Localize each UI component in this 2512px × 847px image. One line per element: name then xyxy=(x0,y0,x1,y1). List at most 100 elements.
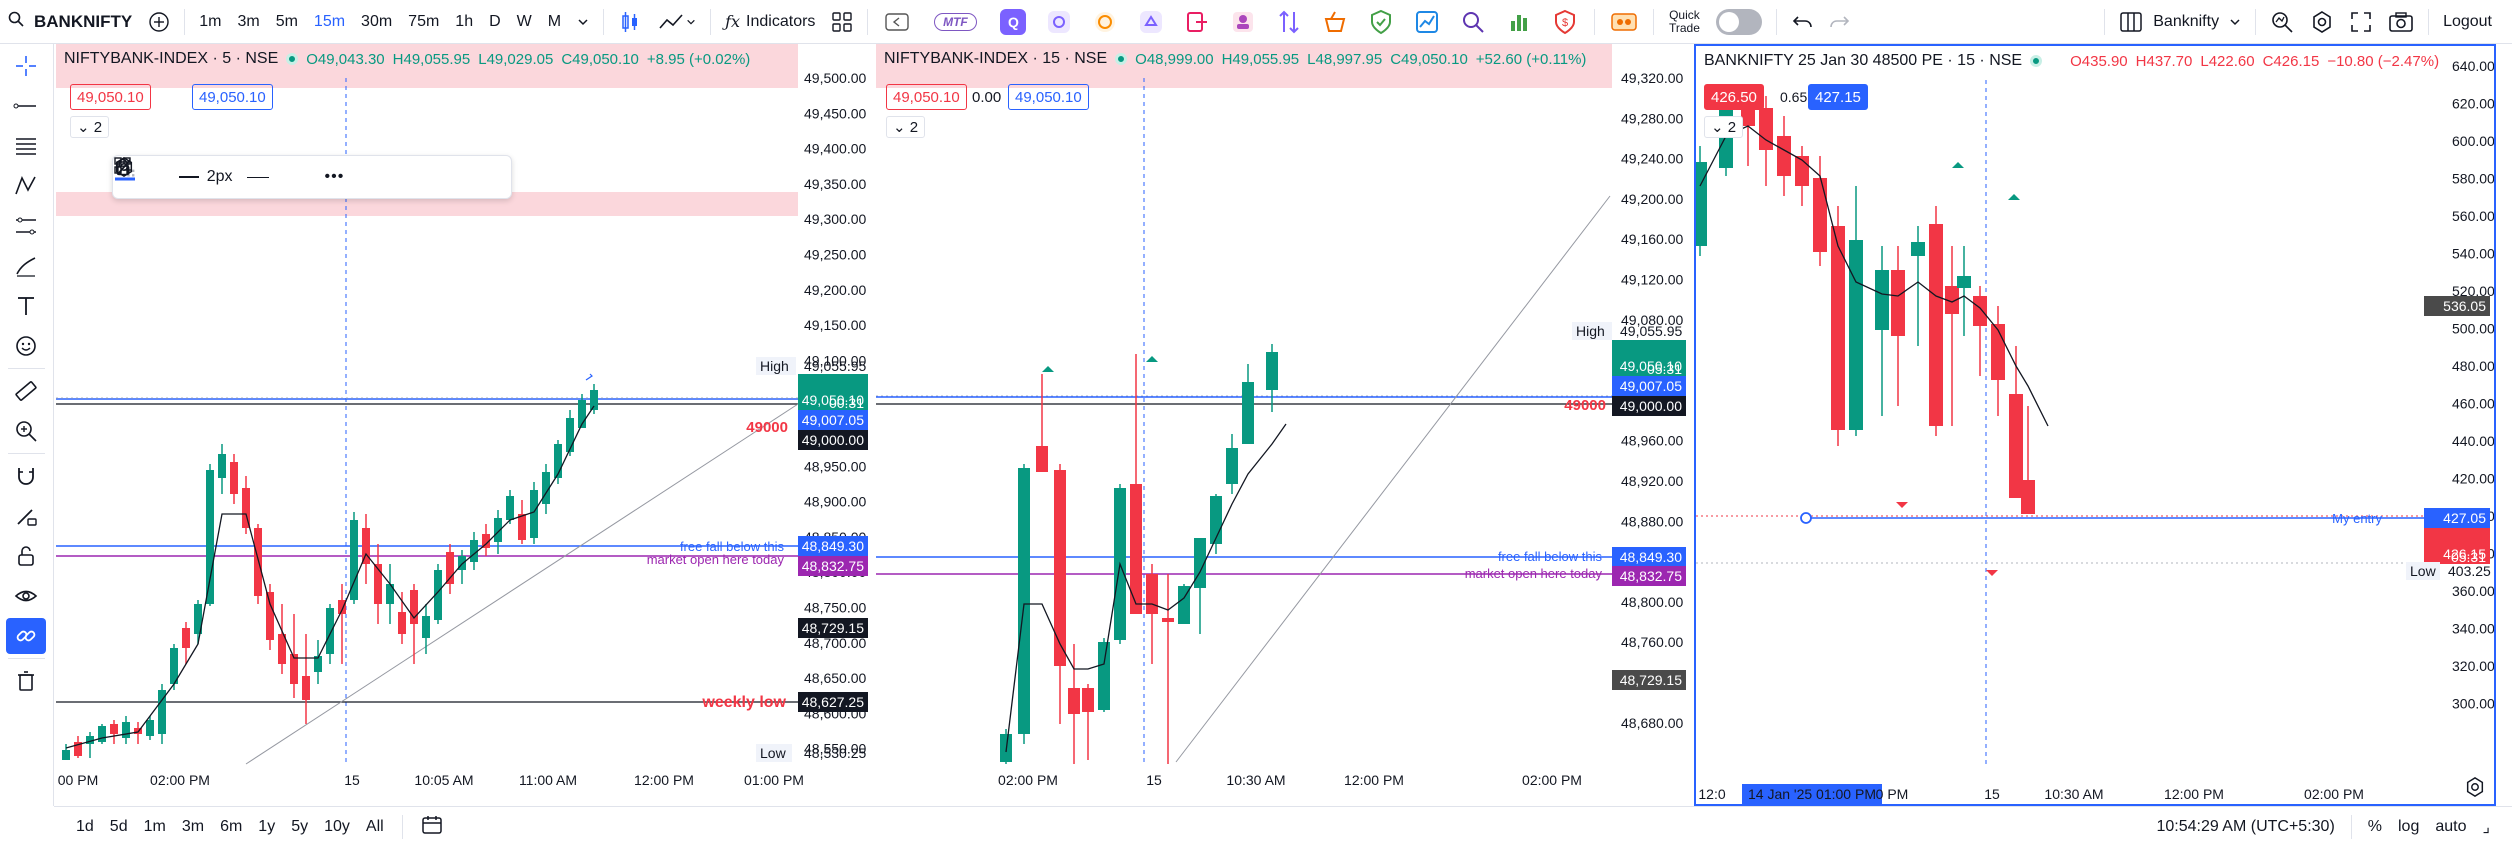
stay-drawing-tool[interactable] xyxy=(6,498,46,534)
interval-3m[interactable]: 3m xyxy=(231,5,265,39)
chart-pane-option-48500pe[interactable]: 640.00 620.00 600.00 580.00 560.00 540.00 520.… xyxy=(1694,44,2496,806)
emoji-tool[interactable] xyxy=(6,328,46,364)
plugin-button-4[interactable] xyxy=(1136,7,1166,37)
range-3m[interactable]: 3m xyxy=(174,818,212,836)
add-symbol-button[interactable] xyxy=(142,5,176,39)
replay-button[interactable] xyxy=(882,7,912,37)
plugin-button-3[interactable] xyxy=(1090,7,1120,37)
range-1d[interactable]: 1d xyxy=(68,818,102,836)
interval-5m[interactable]: 5m xyxy=(270,5,304,39)
plugin-button-13[interactable]: $ xyxy=(1550,7,1580,37)
auto-toggle[interactable]: auto xyxy=(2427,818,2474,836)
plugin-button-11[interactable] xyxy=(1458,7,1488,37)
zoom-in-tool[interactable] xyxy=(6,413,46,449)
plugin-button-6[interactable] xyxy=(1228,7,1258,37)
ruler-tool[interactable] xyxy=(6,373,46,409)
percent-toggle[interactable]: % xyxy=(2360,818,2390,836)
line-width-button[interactable]: 2px xyxy=(178,162,233,192)
chart-title[interactable]: BANKNIFTY 25 Jan 30 48500 PE · 15 · NSE xyxy=(1704,52,2022,70)
mtf-button[interactable]: MTF xyxy=(928,7,982,37)
buy-price-button[interactable]: 49,050.10 xyxy=(192,84,273,110)
logout-button[interactable]: Logout xyxy=(2437,5,2498,39)
layout-button[interactable]: Banknifty xyxy=(2113,5,2247,39)
magnet-tool[interactable] xyxy=(6,458,46,494)
countdown-timer: 00:31 xyxy=(829,395,864,411)
quick-search-button[interactable] xyxy=(2264,5,2300,39)
fullscreen-button[interactable] xyxy=(2344,5,2378,39)
chart-canvas[interactable]: 49,320.00 49,280.00 49,240.00 49,200.00 49,1… xyxy=(876,44,1692,806)
plugin-button-8[interactable] xyxy=(1320,7,1350,37)
range-all[interactable]: All xyxy=(358,818,392,836)
templates-button[interactable] xyxy=(825,5,859,39)
interval-w[interactable]: W xyxy=(511,5,538,39)
range-6m[interactable]: 6m xyxy=(212,818,250,836)
range-5y[interactable]: 5y xyxy=(283,818,316,836)
trendline-tool[interactable] xyxy=(6,88,46,124)
plugin-button-14[interactable] xyxy=(1609,7,1639,37)
range-5d[interactable]: 5d xyxy=(102,818,136,836)
screenshot-button[interactable] xyxy=(2382,5,2420,39)
interval-dropdown[interactable] xyxy=(571,5,595,39)
undo-button[interactable] xyxy=(1785,5,1819,39)
chart-title[interactable]: NIFTYBANK-INDEX · 5 · NSE xyxy=(64,50,278,68)
interval-1h[interactable]: 1h xyxy=(449,5,479,39)
chart-canvas[interactable]: 640.00620.00600.00580.00560.00540.00520.… xyxy=(1696,46,2494,804)
fib-tool[interactable] xyxy=(6,128,46,164)
plugin-button-7[interactable] xyxy=(1274,7,1304,37)
quick-trade-toggle[interactable] xyxy=(1710,5,1768,39)
plugin-button-1[interactable]: Q xyxy=(998,7,1028,37)
brush-tool[interactable] xyxy=(6,248,46,284)
indicator-count[interactable]: ⌄ 2 xyxy=(1704,116,1744,138)
sell-price-button[interactable]: 49,050.10 xyxy=(70,84,151,110)
log-toggle[interactable]: log xyxy=(2390,818,2427,836)
interval-30m[interactable]: 30m xyxy=(355,5,398,39)
chart-title[interactable]: NIFTYBANK-INDEX · 15 · NSE xyxy=(884,50,1107,68)
interval-75m[interactable]: 75m xyxy=(402,5,445,39)
text-tool[interactable] xyxy=(6,288,46,324)
goto-date-button[interactable] xyxy=(413,814,451,841)
prediction-tool[interactable] xyxy=(6,208,46,244)
indicator-count[interactable]: ⌄ 2 xyxy=(70,116,110,138)
interval-m[interactable]: M xyxy=(542,5,567,39)
more-icon[interactable]: ••• xyxy=(325,162,345,192)
chart-settings-button[interactable] xyxy=(2464,776,2488,800)
plugin-button-9[interactable] xyxy=(1366,7,1396,37)
settings-button[interactable] xyxy=(2304,5,2340,39)
buy-price-button[interactable]: 427.15 xyxy=(1808,84,1868,110)
buy-price-button[interactable]: 49,050.10 xyxy=(1008,84,1089,110)
indicators-button[interactable]: ƒx Indicators xyxy=(719,5,821,39)
candle-type-button[interactable] xyxy=(612,5,648,39)
link-drawings-tool[interactable] xyxy=(6,618,46,654)
sell-price-button[interactable]: 426.50 xyxy=(1704,84,1764,110)
free-fall-label: free fall below this xyxy=(1498,549,1603,564)
range-1y[interactable]: 1y xyxy=(250,818,283,836)
range-1m[interactable]: 1m xyxy=(136,818,174,836)
crosshair-tool[interactable] xyxy=(6,48,46,84)
plugin-button-12[interactable] xyxy=(1504,7,1534,37)
interval-d[interactable]: D xyxy=(483,5,507,39)
redo-button[interactable] xyxy=(1823,5,1857,39)
remove-drawings-tool[interactable] xyxy=(6,663,46,699)
lock-drawings-tool[interactable] xyxy=(6,538,46,574)
plugin-button-5[interactable] xyxy=(1182,7,1212,37)
divider xyxy=(184,8,186,35)
chart-style-button[interactable] xyxy=(652,5,702,39)
chart-pane-banknifty-5m[interactable]: 49,500.00 49,450.00 49,400.00 49,350.00 49,3… xyxy=(56,44,872,806)
sell-price-button[interactable]: 49,050.10 xyxy=(886,84,967,110)
pattern-tool[interactable] xyxy=(6,168,46,204)
interval-1m[interactable]: 1m xyxy=(193,5,227,39)
interval-15m[interactable]: 15m xyxy=(308,5,351,39)
hide-drawings-tool[interactable] xyxy=(6,578,46,614)
clock-timezone[interactable]: 10:54:29 AM (UTC+5:30) xyxy=(2148,818,2342,836)
expand-corner-icon[interactable]: ⌟ xyxy=(2475,817,2499,837)
plugin-button-2[interactable] xyxy=(1044,7,1074,37)
plugin-button-10[interactable] xyxy=(1412,7,1442,37)
range-10y[interactable]: 10y xyxy=(316,818,358,836)
ohlc-high: H437.70 xyxy=(2135,52,2193,70)
symbol-search[interactable]: BANKNIFTY xyxy=(2,5,138,39)
market-open-dot xyxy=(1115,53,1128,65)
candle xyxy=(146,720,154,736)
line-style-icon[interactable] xyxy=(246,162,269,192)
indicator-count[interactable]: ⌄ 2 xyxy=(886,116,926,138)
chart-pane-banknifty-15m[interactable]: 49,320.00 49,280.00 49,240.00 49,200.00 49,1… xyxy=(876,44,1692,806)
